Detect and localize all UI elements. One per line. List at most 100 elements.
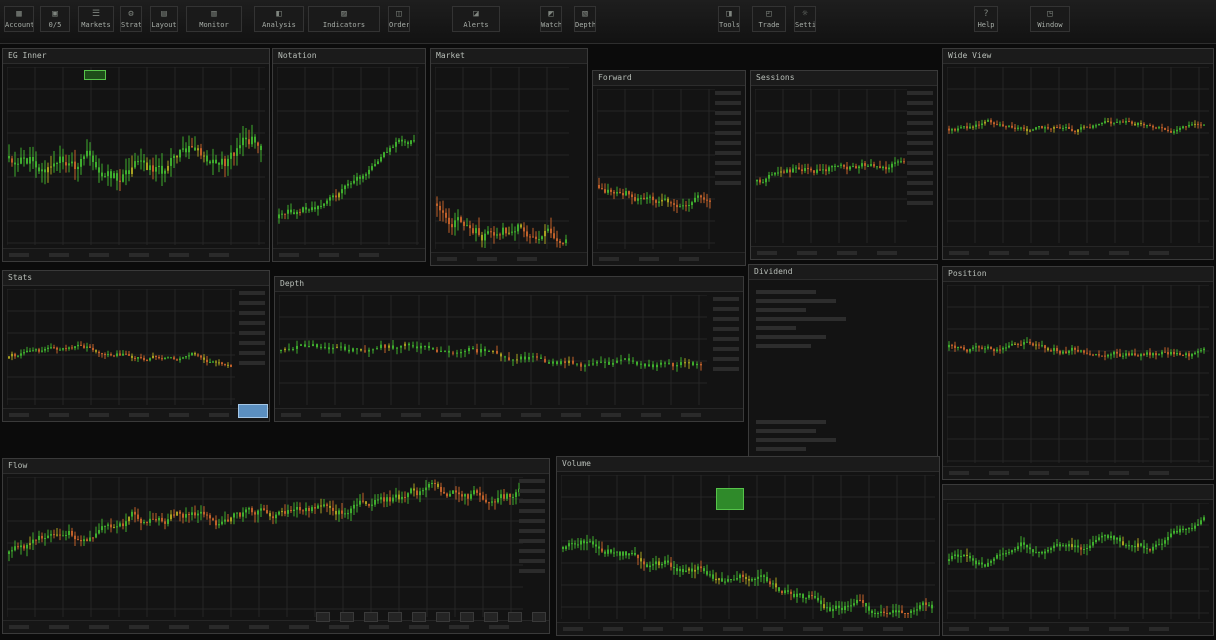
- selected-indicator[interactable]: [238, 404, 268, 418]
- candle-body: [1080, 350, 1082, 352]
- candle-body: [862, 600, 864, 603]
- price-chart[interactable]: [7, 477, 523, 617]
- candle-body: [383, 152, 385, 158]
- toolbar-button[interactable]: ◳ Window: [1030, 6, 1070, 32]
- price-chart[interactable]: [435, 67, 569, 249]
- price-chart[interactable]: [947, 67, 1209, 243]
- price-chart[interactable]: [277, 67, 419, 245]
- toolbar-button[interactable]: ◪ Alerts: [452, 6, 500, 32]
- candle-body: [768, 175, 770, 179]
- button[interactable]: [316, 612, 330, 622]
- price-chart[interactable]: [597, 89, 715, 249]
- button[interactable]: [412, 612, 426, 622]
- candle-body: [446, 493, 448, 497]
- toolbar-button[interactable]: ▤ Layout: [150, 6, 178, 32]
- candle-body: [1008, 552, 1010, 554]
- candle-body: [524, 356, 526, 360]
- toolbar-button[interactable]: ⚙ Strategy: [120, 6, 142, 32]
- toolbar-button[interactable]: ◨ Tools: [718, 6, 740, 32]
- candle-body: [601, 548, 603, 552]
- candle-body: [484, 233, 486, 241]
- chart-panel-11[interactable]: Flow: [2, 458, 550, 634]
- chart-panel-1[interactable]: EG Inner: [2, 48, 270, 262]
- price-chart[interactable]: [7, 67, 265, 245]
- candle-body: [598, 185, 600, 189]
- candle-body: [398, 139, 400, 142]
- price-chart[interactable]: [947, 285, 1209, 463]
- price-chart[interactable]: [947, 503, 1209, 619]
- button[interactable]: [460, 612, 474, 622]
- chart-panel-2[interactable]: Notation: [272, 48, 426, 262]
- chart-panel-3[interactable]: Market: [430, 48, 588, 266]
- candle-body: [29, 350, 31, 352]
- toolbar-button[interactable]: ▣ 0/5: [40, 6, 70, 32]
- axis-tick-mark: [129, 413, 149, 417]
- candle-body: [592, 363, 594, 365]
- toolbar-button[interactable]: ◰ Trade: [752, 6, 786, 32]
- chart-panel-12[interactable]: Volume: [556, 456, 940, 636]
- candle-body: [161, 358, 163, 360]
- chart-panel-8[interactable]: Depth: [274, 276, 744, 422]
- chart-panel-4[interactable]: Forward: [592, 70, 746, 266]
- toolbar-button[interactable]: ◫ Orders: [388, 6, 410, 32]
- active-indicator[interactable]: [716, 488, 744, 510]
- candle-body: [107, 354, 109, 356]
- button[interactable]: [508, 612, 522, 622]
- chart-panel-5[interactable]: Sessions: [750, 70, 938, 260]
- candle-body: [572, 360, 574, 364]
- price-chart[interactable]: [561, 475, 935, 619]
- candle-body: [332, 507, 334, 511]
- button[interactable]: [484, 612, 498, 622]
- candle-body: [377, 161, 379, 165]
- toolbar-button[interactable]: ☰ Markets: [78, 6, 114, 32]
- toolbar-button[interactable]: ▥ Monitor: [186, 6, 242, 32]
- candle-body: [302, 510, 304, 512]
- panel-footer: [943, 622, 1213, 635]
- toolbar-button[interactable]: ◩ Watch: [540, 6, 562, 32]
- price-chart[interactable]: [755, 89, 907, 243]
- toolbar-button[interactable]: ▧ Depth: [574, 6, 596, 32]
- candle-body: [443, 491, 445, 494]
- candle-body: [188, 146, 190, 153]
- price-chart[interactable]: [7, 289, 235, 405]
- candle-body: [1053, 127, 1055, 129]
- candle-body: [473, 490, 475, 495]
- candle-body: [1035, 552, 1037, 554]
- axis-tick-mark: [949, 251, 969, 255]
- candle-body: [619, 551, 621, 556]
- candle-body: [1032, 129, 1034, 131]
- toolbar-button[interactable]: ☼ Settings: [794, 6, 816, 32]
- candle-body: [771, 174, 773, 176]
- toolbar-button[interactable]: ◧ Analysis: [254, 6, 304, 32]
- candle-body: [452, 490, 454, 494]
- chart-panel-6[interactable]: Wide View: [942, 48, 1214, 260]
- toolbar-button-label: Markets: [81, 21, 111, 29]
- candle-body: [95, 350, 97, 352]
- candle-body: [398, 494, 400, 500]
- chart-panel-7[interactable]: Stats: [2, 270, 270, 422]
- button[interactable]: [364, 612, 378, 622]
- button[interactable]: [340, 612, 354, 622]
- button[interactable]: [436, 612, 450, 622]
- candle-body: [975, 560, 977, 565]
- candle-body: [353, 180, 355, 184]
- candle-body: [528, 356, 530, 360]
- chart-panel-13[interactable]: [942, 484, 1214, 636]
- candle-body: [762, 182, 764, 184]
- candle-body: [792, 168, 794, 173]
- candle-body: [907, 613, 909, 614]
- toolbar-button[interactable]: ▨ Indicators: [308, 6, 380, 32]
- button[interactable]: [532, 612, 546, 622]
- candle-body: [903, 161, 905, 163]
- button[interactable]: [388, 612, 402, 622]
- chart-panel-10[interactable]: Position: [942, 266, 1214, 480]
- candle-body: [802, 594, 804, 599]
- candle-body: [670, 562, 672, 567]
- toolbar-button[interactable]: ▦ Account: [4, 6, 34, 32]
- candle-body: [1044, 127, 1046, 129]
- candle-body: [895, 610, 897, 613]
- candle-body: [1041, 126, 1043, 129]
- candle-body: [819, 169, 821, 171]
- price-chart[interactable]: [279, 295, 707, 405]
- toolbar-button[interactable]: ? Help: [974, 6, 998, 32]
